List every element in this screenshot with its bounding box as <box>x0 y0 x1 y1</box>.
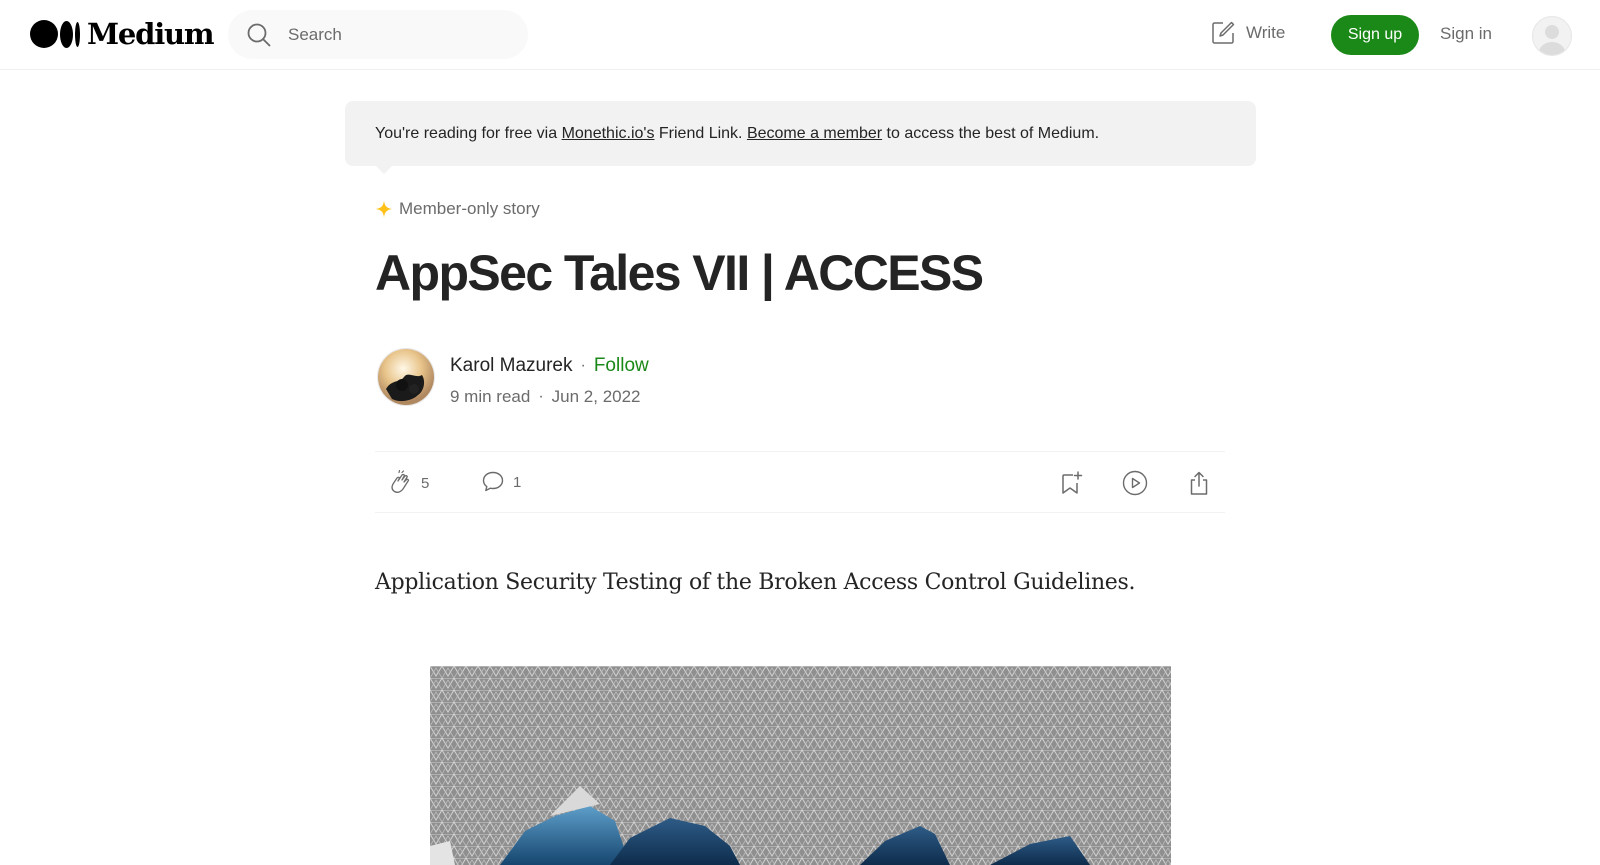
article-hero-image <box>430 666 1171 865</box>
share-button[interactable] <box>1187 470 1211 496</box>
listen-button[interactable] <box>1122 470 1148 496</box>
signin-link[interactable]: Sign in <box>1440 24 1492 44</box>
search-input[interactable] <box>286 23 510 46</box>
write-icon <box>1212 21 1235 44</box>
clap-count: 5 <box>421 474 430 492</box>
play-icon <box>1122 470 1148 496</box>
banner-prefix: You're reading for free via <box>375 125 562 142</box>
signup-button[interactable]: Sign up <box>1331 15 1419 55</box>
publish-date: Jun 2, 2022 <box>551 387 641 406</box>
banner-pointer <box>376 166 392 174</box>
article-meta: 9 min read · Jun 2, 2022 <box>450 387 641 407</box>
article-subtitle: Application Security Testing of the Brok… <box>375 570 1136 595</box>
medium-logo-mark <box>30 20 80 48</box>
publication-friend-link[interactable]: Monethic.io's <box>562 125 655 142</box>
bookmark-button[interactable] <box>1059 470 1083 496</box>
author-avatar-image <box>378 349 434 405</box>
bookmark-add-icon <box>1062 471 1083 494</box>
logo-text: Medium <box>87 17 215 51</box>
clap-icon <box>391 470 410 493</box>
author-name[interactable]: Karol Mazurek <box>450 355 573 377</box>
article-title: AppSec Tales VII | ACCESS <box>375 245 984 301</box>
separator-dot: · <box>538 388 544 405</box>
share-icon <box>1190 471 1208 495</box>
banner-suffix: to access the best of Medium. <box>882 125 1100 142</box>
banner-middle: Friend Link. <box>654 125 747 142</box>
response-count: 1 <box>513 473 522 491</box>
user-icon <box>1538 25 1566 55</box>
hero-illustration <box>430 666 1171 865</box>
medium-logo[interactable]: Medium <box>30 17 215 51</box>
friend-link-banner: You're reading for free via Monethic.io'… <box>345 101 1256 174</box>
author-avatar[interactable] <box>377 348 435 406</box>
comment-icon <box>482 471 504 492</box>
search-icon <box>247 23 271 46</box>
member-only-badge: Member-only story <box>375 199 540 219</box>
user-avatar-button[interactable] <box>1532 16 1572 56</box>
search-bar[interactable] <box>228 10 528 59</box>
separator-dot: · <box>580 357 586 374</box>
read-time: 9 min read <box>450 387 531 406</box>
become-member-link[interactable]: Become a member <box>747 125 882 142</box>
star-icon <box>375 200 393 218</box>
article-action-bar: 5 1 <box>375 451 1225 513</box>
top-navigation: Medium Write Sign up Sign in <box>0 0 1600 70</box>
clap-button[interactable]: 5 <box>387 470 429 496</box>
write-label: Write <box>1246 23 1286 42</box>
responses-button[interactable]: 1 <box>481 470 521 494</box>
write-button[interactable]: Write <box>1210 20 1285 46</box>
member-only-label: Member-only story <box>399 199 540 218</box>
author-line: Karol Mazurek · Follow <box>450 355 649 377</box>
follow-button[interactable]: Follow <box>594 355 649 377</box>
